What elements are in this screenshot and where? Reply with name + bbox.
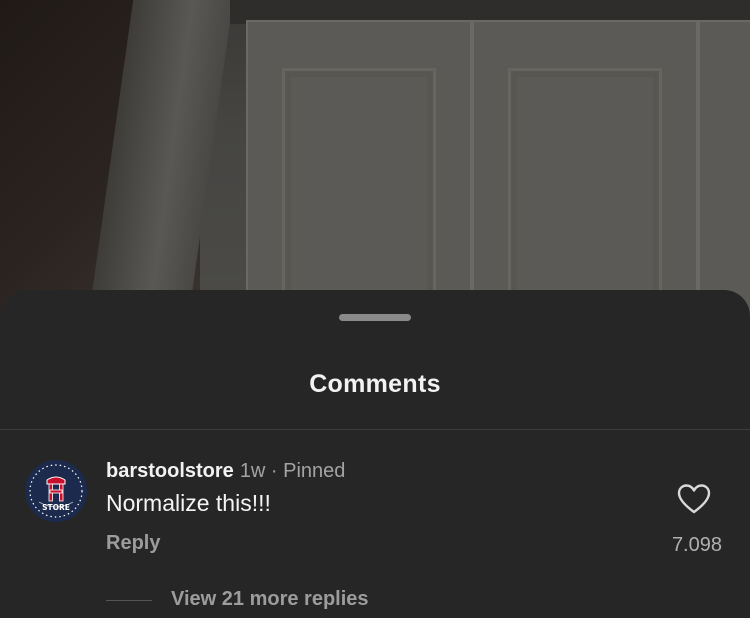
like-button[interactable]: [677, 484, 711, 514]
header-divider: [0, 429, 750, 430]
video-scene-cabinet: [698, 20, 750, 330]
like-count: 7.098: [671, 534, 722, 556]
video-background: [0, 0, 750, 330]
replies-connector-line: [106, 600, 152, 601]
reply-button[interactable]: Reply: [106, 532, 160, 555]
avatar-logo-text: STORE: [42, 503, 70, 512]
heart-outline-icon: [677, 484, 711, 514]
sheet-drag-handle[interactable]: [339, 314, 411, 321]
video-scene-cabinet: [246, 20, 472, 330]
video-scene-cabinet: [472, 20, 698, 330]
comment-text: Normalize this!!!: [106, 490, 271, 516]
comment-meta: 1w · Pinned: [239, 460, 346, 482]
comment-item: STORE barstoolstore 1w · Pinned Normalize…: [0, 450, 750, 618]
sheet-title: Comments: [309, 370, 441, 398]
view-more-replies-button[interactable]: View 21 more replies: [171, 588, 369, 611]
comment-header: barstoolstore 1w · Pinned: [106, 460, 345, 483]
barstool-store-logo: STORE: [25, 460, 87, 522]
avatar[interactable]: STORE: [25, 460, 87, 522]
comments-sheet: Comments STORE barstoolstore 1w · Pinned …: [0, 290, 750, 618]
comment-username[interactable]: barstoolstore: [106, 460, 234, 482]
